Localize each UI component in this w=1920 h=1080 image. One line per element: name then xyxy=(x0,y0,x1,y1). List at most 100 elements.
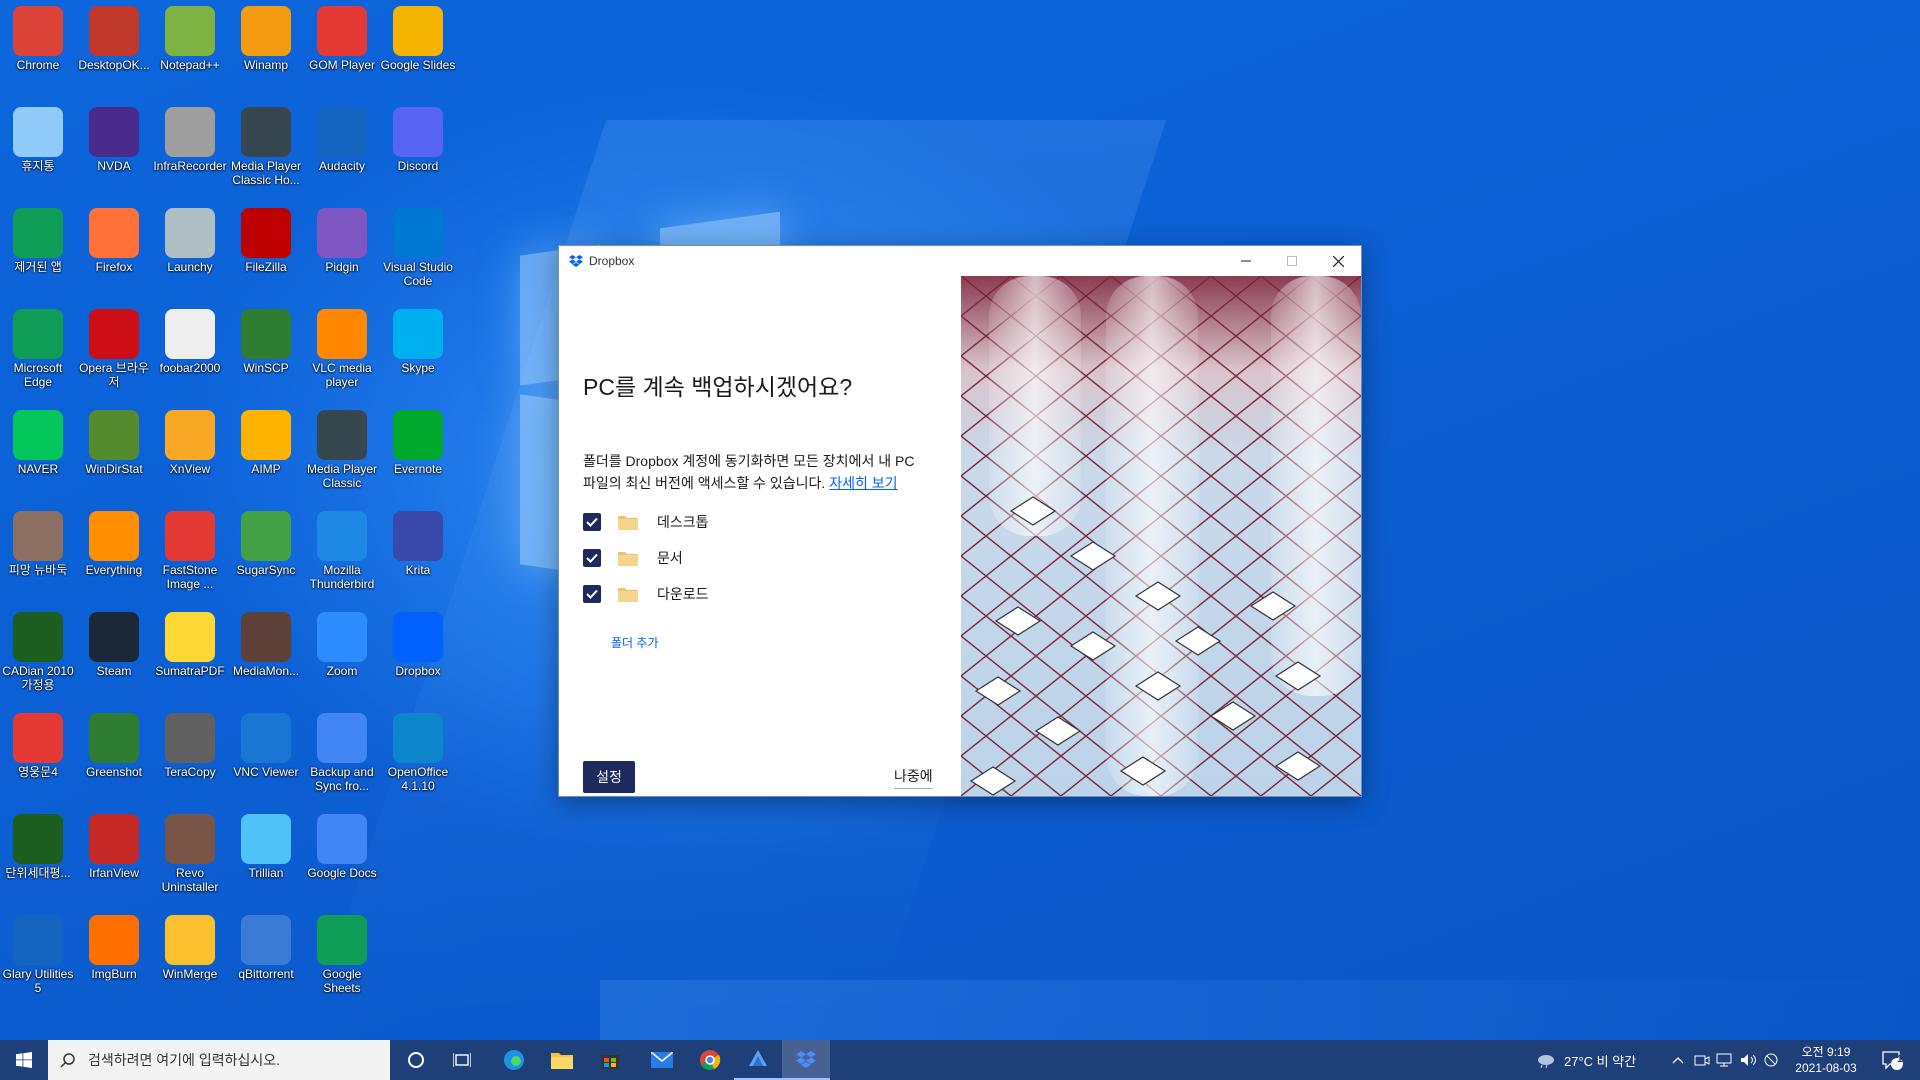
action-center-icon[interactable]: 12 xyxy=(1872,1040,1912,1080)
dialog-titlebar[interactable]: Dropbox xyxy=(559,246,1361,276)
desktop-icon[interactable]: Krita xyxy=(380,505,456,603)
edge-icon[interactable] xyxy=(490,1040,538,1080)
file-explorer-icon[interactable] xyxy=(538,1040,586,1080)
mpc-icon xyxy=(317,410,367,460)
desktop-icon[interactable]: Discord xyxy=(380,101,456,199)
desktop-icon[interactable]: GOM Player xyxy=(304,0,380,98)
desktop-icon[interactable]: AIMP xyxy=(228,404,304,502)
folder-row-desktop[interactable]: 데스크톱 xyxy=(583,509,709,535)
desktop-icon[interactable]: WinMerge xyxy=(152,909,228,1007)
desktop-icon[interactable]: WinDirStat xyxy=(76,404,152,502)
desktop-icon[interactable]: NVDA xyxy=(76,101,152,199)
desktop-icon[interactable]: XnView xyxy=(152,404,228,502)
desktop-icon[interactable]: Audacity xyxy=(304,101,380,199)
desktop-icon[interactable]: Evernote xyxy=(380,404,456,502)
desktop-icon[interactable]: TeraCopy xyxy=(152,707,228,805)
start-button[interactable] xyxy=(0,1040,48,1080)
desktop-icon[interactable]: 영웅문4 xyxy=(0,707,76,805)
checkbox-downloads[interactable] xyxy=(583,585,601,603)
backup-sync-icon xyxy=(317,713,367,763)
desktop-icon[interactable]: FileZilla xyxy=(228,202,304,300)
desktop-icon[interactable]: Mozilla Thunderbird xyxy=(304,505,380,603)
desktop-icon[interactable]: Visual Studio Code xyxy=(380,202,456,300)
desktop-icon[interactable]: Revo Uninstaller xyxy=(152,808,228,906)
desktop-icon[interactable]: Greenshot xyxy=(76,707,152,805)
desktop-icon[interactable]: Google Sheets xyxy=(304,909,380,1007)
network-icon[interactable] xyxy=(1716,1040,1734,1080)
desktop-icon[interactable]: OpenOffice 4.1.10 xyxy=(380,707,456,805)
desktop-icon[interactable]: SugarSync xyxy=(228,505,304,603)
desktop-icon[interactable]: Firefox xyxy=(76,202,152,300)
app-icon[interactable] xyxy=(734,1040,782,1080)
desktop-icon[interactable]: 휴지통 xyxy=(0,101,76,199)
minimize-button[interactable] xyxy=(1223,246,1269,276)
desktop-icon[interactable]: CADian 2010 가정용 xyxy=(0,606,76,704)
maximize-button[interactable] xyxy=(1269,246,1315,276)
add-folder-link[interactable]: 폴더 추가 xyxy=(611,634,659,651)
desktop-icon[interactable]: Google Slides xyxy=(380,0,456,98)
folder-label: 다운로드 xyxy=(657,586,709,602)
desktop-icon[interactable]: ImgBurn xyxy=(76,909,152,1007)
desktop-icon[interactable]: Zoom xyxy=(304,606,380,704)
mail-icon[interactable] xyxy=(638,1040,686,1080)
discord-icon xyxy=(393,107,443,157)
desktop-icon[interactable]: Google Docs xyxy=(304,808,380,906)
desktop-icon[interactable]: Glary Utilities 5 xyxy=(0,909,76,1007)
desktop-icon[interactable]: VNC Viewer xyxy=(228,707,304,805)
cadian-icon xyxy=(13,612,63,662)
checkbox-documents[interactable] xyxy=(583,549,601,567)
folder-row-downloads[interactable]: 다운로드 xyxy=(583,581,709,607)
desktop-icon[interactable]: Dropbox xyxy=(380,606,456,704)
volume-icon[interactable] xyxy=(1740,1040,1758,1080)
desktop-icon[interactable]: DesktopOK... xyxy=(76,0,152,98)
setup-button[interactable]: 설정 xyxy=(583,761,635,793)
revo-uninstaller-icon xyxy=(165,814,215,864)
desktop-icon[interactable]: SumatraPDF xyxy=(152,606,228,704)
desktop-icon[interactable]: Backup and Sync fro... xyxy=(304,707,380,805)
trillian-icon xyxy=(241,814,291,864)
cortana-icon[interactable] xyxy=(392,1040,440,1080)
later-button[interactable]: 나중에 xyxy=(894,766,933,789)
desktop-icon[interactable]: InfraRecorder xyxy=(152,101,228,199)
clock[interactable]: 오전 9:19 2021-08-03 xyxy=(1790,1040,1862,1080)
desktop-icon[interactable]: Launchy xyxy=(152,202,228,300)
learn-more-link[interactable]: 자세히 보기 xyxy=(829,475,897,491)
desktop-icon[interactable]: Opera 브라우저 xyxy=(76,303,152,401)
desktop-icon[interactable]: Microsoft Edge xyxy=(0,303,76,401)
checkbox-desktop[interactable] xyxy=(583,513,601,531)
desktop-icon-label: SugarSync xyxy=(236,563,296,577)
desktop-icon[interactable]: Notepad++ xyxy=(152,0,228,98)
chrome-icon[interactable] xyxy=(686,1040,734,1080)
dropbox-taskbar-icon[interactable] xyxy=(782,1040,830,1080)
desktop-icon[interactable]: Media Player Classic Ho... xyxy=(228,101,304,199)
desktop-icon[interactable]: Pidgin xyxy=(304,202,380,300)
desktop-icon[interactable]: Trillian xyxy=(228,808,304,906)
desktop-icon[interactable]: 피망 뉴바둑 xyxy=(0,505,76,603)
show-hidden-icons-icon[interactable] xyxy=(1672,1040,1684,1080)
store-icon[interactable] xyxy=(586,1040,634,1080)
desktop-icon[interactable]: Everything xyxy=(76,505,152,603)
close-button[interactable] xyxy=(1315,246,1361,276)
task-view-icon[interactable] xyxy=(438,1040,486,1080)
desktop-icon[interactable]: VLC media player xyxy=(304,303,380,401)
taskbar-search[interactable]: 검색하려면 여기에 입력하십시오. xyxy=(48,1040,390,1080)
desktop-icon[interactable]: IrfanView xyxy=(76,808,152,906)
desktop-icon[interactable]: 제거된 앱 xyxy=(0,202,76,300)
desktop-icon[interactable]: Chrome xyxy=(0,0,76,98)
weather-widget[interactable]: 27°C 비 약간 xyxy=(1536,1040,1636,1080)
search-input[interactable]: 검색하려면 여기에 입력하십시오. xyxy=(88,1050,280,1070)
desktop-icon[interactable]: 단위세대평... xyxy=(0,808,76,906)
desktop-icon[interactable]: Steam xyxy=(76,606,152,704)
ime-off-icon[interactable] xyxy=(1764,1040,1778,1080)
desktop-icon[interactable]: Media Player Classic xyxy=(304,404,380,502)
meet-now-icon[interactable] xyxy=(1694,1040,1710,1080)
folder-row-documents[interactable]: 문서 xyxy=(583,545,683,571)
desktop-icon[interactable]: NAVER xyxy=(0,404,76,502)
desktop-icon[interactable]: foobar2000 xyxy=(152,303,228,401)
desktop-icon[interactable]: WinSCP xyxy=(228,303,304,401)
desktop-icon[interactable]: Winamp xyxy=(228,0,304,98)
desktop-icon[interactable]: MediaMon... xyxy=(228,606,304,704)
desktop-icon[interactable]: Skype xyxy=(380,303,456,401)
desktop-icon[interactable]: qBittorrent xyxy=(228,909,304,1007)
desktop-icon[interactable]: FastStone Image ... xyxy=(152,505,228,603)
